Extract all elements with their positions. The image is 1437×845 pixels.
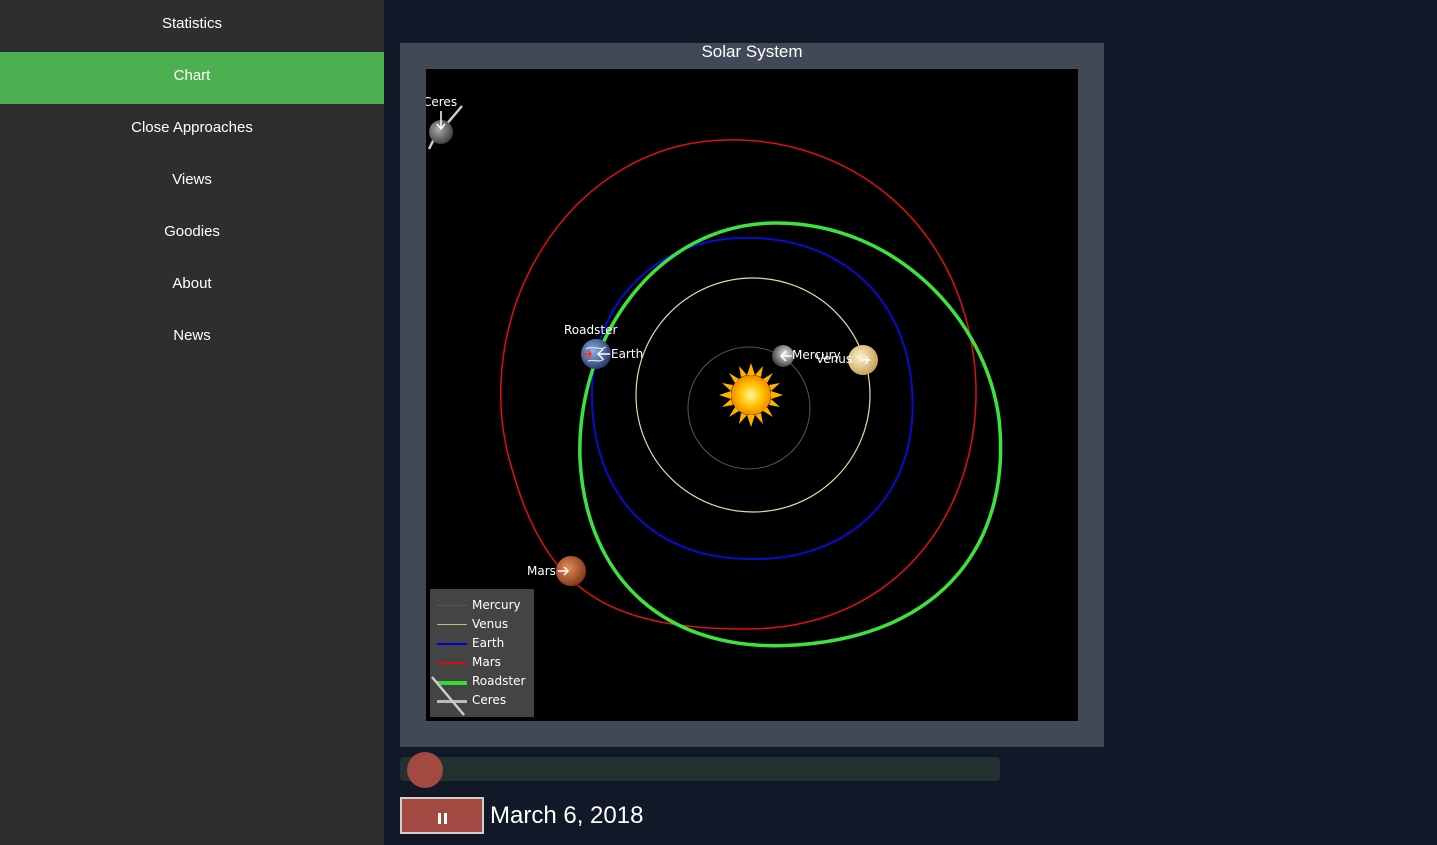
mercury-icon xyxy=(772,345,794,367)
sun-icon xyxy=(719,363,783,427)
legend-label: Earth xyxy=(472,636,505,650)
chart-legend: Mercury Venus Earth Mars Roadster Ceres xyxy=(430,589,534,717)
legend-label: Venus xyxy=(472,617,509,631)
sidebar-item-close-approaches[interactable]: Close Approaches xyxy=(0,104,384,156)
orbits xyxy=(427,105,1003,648)
current-date: March 6, 2018 xyxy=(490,802,644,829)
mars-icon xyxy=(556,556,586,586)
sidebar-item-news[interactable]: News xyxy=(0,312,384,364)
earth-label: Earth xyxy=(611,347,643,361)
legend-item-ceres[interactable]: Ceres xyxy=(430,692,534,711)
legend-label: Roadster xyxy=(472,674,526,688)
earth-icon xyxy=(581,339,611,369)
legend-label: Ceres xyxy=(472,693,507,707)
timeline-slider-thumb[interactable] xyxy=(407,752,443,788)
plot-area[interactable]: Mercury Venus Roadster Earth Mars Ceres … xyxy=(426,69,1078,721)
sidebar-item-goodies[interactable]: Goodies xyxy=(0,208,384,260)
ceres-icon xyxy=(429,111,453,144)
legend-label: Mercury xyxy=(472,598,521,612)
mars-label: Mars xyxy=(527,564,556,578)
sidebar-item-statistics[interactable]: Statistics xyxy=(0,0,384,52)
legend-item-mercury[interactable]: Mercury xyxy=(430,597,534,616)
legend-item-mars[interactable]: Mars xyxy=(430,654,534,673)
pause-icon xyxy=(438,813,448,824)
app-root: Statistics Chart Close Approaches Views … xyxy=(0,0,1437,845)
sidebar-item-views[interactable]: Views xyxy=(0,156,384,208)
legend-label: Mars xyxy=(472,655,501,669)
ceres-label: Ceres xyxy=(426,95,457,109)
sidebar: Statistics Chart Close Approaches Views … xyxy=(0,0,384,845)
venus-icon xyxy=(848,345,878,375)
timeline-slider[interactable] xyxy=(400,752,1000,788)
legend-item-earth[interactable]: Earth xyxy=(430,635,534,654)
legend-item-venus[interactable]: Venus xyxy=(430,616,534,635)
venus-label: Venus xyxy=(816,352,852,366)
chart-panel: Solar System Mercury Venus Roadster Eart… xyxy=(400,43,1104,747)
roadster-label: Roadster xyxy=(564,323,617,337)
sidebar-item-chart[interactable]: Chart xyxy=(0,52,384,104)
legend-item-roadster[interactable]: Roadster xyxy=(430,673,534,692)
sidebar-item-about[interactable]: About xyxy=(0,260,384,312)
chart-title: Solar System xyxy=(701,42,803,61)
pause-button[interactable] xyxy=(400,797,484,834)
